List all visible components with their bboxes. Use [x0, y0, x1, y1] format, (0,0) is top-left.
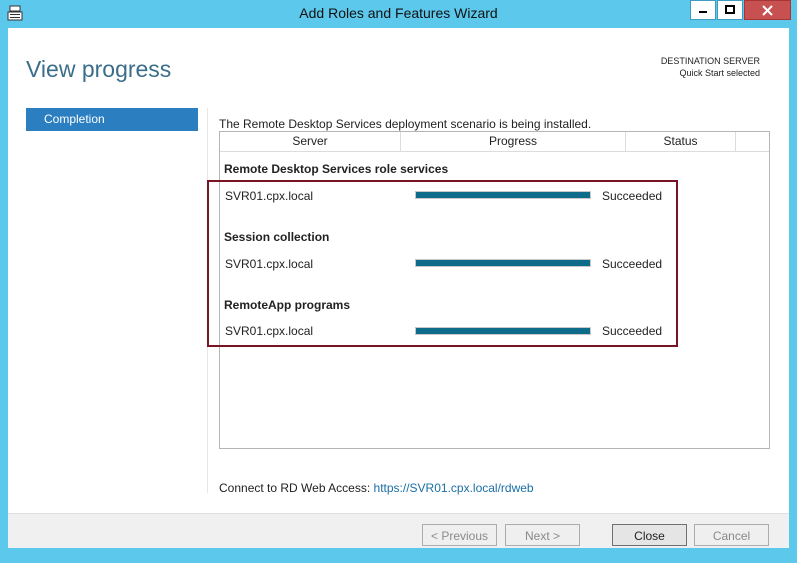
close-icon	[762, 4, 773, 16]
previous-button[interactable]: < Previous	[422, 524, 497, 546]
column-header-spacer	[736, 132, 769, 151]
column-header-progress[interactable]: Progress	[401, 132, 626, 151]
grid-header: Server Progress Status	[220, 132, 769, 152]
destination-server-value: Quick Start selected	[679, 68, 760, 78]
rd-web-access-line: Connect to RD Web Access: https://SVR01.…	[219, 481, 534, 495]
group-title-role-services: Remote Desktop Services role services	[224, 162, 449, 176]
rd-web-access-label: Connect to RD Web Access:	[219, 481, 371, 495]
close-button[interactable]: Close	[612, 524, 687, 546]
highlight-annotation-box	[207, 180, 678, 347]
page-title: View progress	[26, 56, 172, 82]
destination-server-label: DESTINATION SERVER	[660, 56, 760, 66]
close-window-button[interactable]	[744, 0, 791, 20]
sidebar-item-completion[interactable]: Completion	[26, 108, 198, 131]
minimize-button[interactable]	[690, 0, 716, 20]
cancel-button[interactable]: Cancel	[694, 524, 769, 546]
column-header-server[interactable]: Server	[220, 132, 401, 151]
minimize-icon	[699, 11, 707, 13]
maximize-icon	[725, 5, 735, 14]
title-bar: Add Roles and Features Wizard	[0, 0, 797, 28]
window-title: Add Roles and Features Wizard	[299, 5, 498, 21]
progress-description: The Remote Desktop Services deployment s…	[219, 117, 592, 131]
column-header-status[interactable]: Status	[626, 132, 736, 151]
rd-web-access-link[interactable]: https://SVR01.cpx.local/rdweb	[374, 481, 534, 495]
wizard-footer: < Previous Next > Close Cancel	[8, 513, 789, 548]
maximize-button[interactable]	[717, 0, 743, 20]
next-button[interactable]: Next >	[505, 524, 580, 546]
